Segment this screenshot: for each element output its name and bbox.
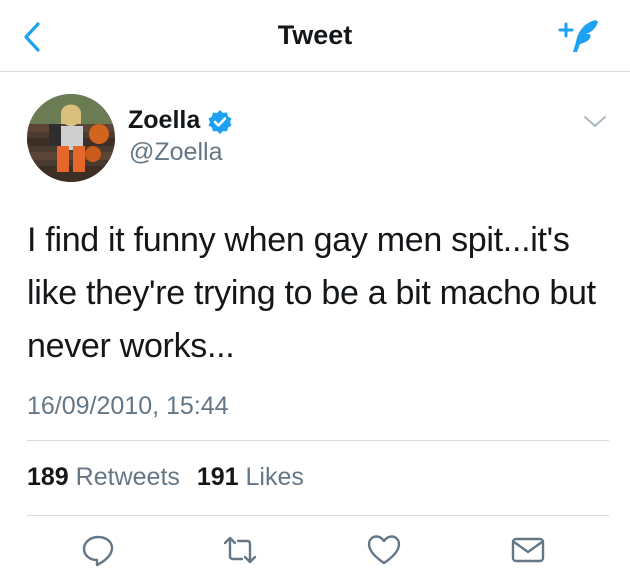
avatar-photo [27,94,115,182]
retweet-icon [223,536,257,564]
verified-badge-icon [208,110,232,134]
navigation-bar: Tweet [0,0,630,72]
retweets-label: Retweets [75,463,180,491]
like-button[interactable] [366,532,402,568]
divider [27,440,609,441]
retweets-stat[interactable]: 189 Retweets [27,463,187,491]
page-title: Tweet [277,20,353,50]
like-icon [367,535,401,565]
tweet-text: I find it funny when gay men spit...it's… [27,221,596,365]
retweets-count: 189 [27,463,69,491]
divider [27,515,609,516]
author-handle[interactable]: @Zoella [129,138,222,167]
likes-stat[interactable]: 191 Likes [197,463,304,491]
compose-tweet-button[interactable] [556,16,606,56]
chevron-down-icon [584,116,606,127]
compose-tweet-icon [558,20,598,52]
avatar[interactable] [27,94,115,182]
tweet-stats: 189 Retweets 191 Likes [27,463,304,492]
share-dm-icon [511,537,545,563]
tweet-timestamp: 16/09/2010, 15:44 [27,392,229,420]
reply-button[interactable] [80,532,116,568]
retweet-button[interactable] [222,532,258,568]
reply-icon [82,535,114,567]
author-name[interactable]: Zoella [128,106,200,135]
tweet-detail-screen: Tweet Zoella @Zoella I find it funny whe… [0,0,630,586]
tweet-options-button[interactable] [580,108,610,134]
likes-count: 191 [196,463,239,491]
direct-message-button[interactable] [510,532,546,568]
likes-label: Likes [245,463,304,491]
